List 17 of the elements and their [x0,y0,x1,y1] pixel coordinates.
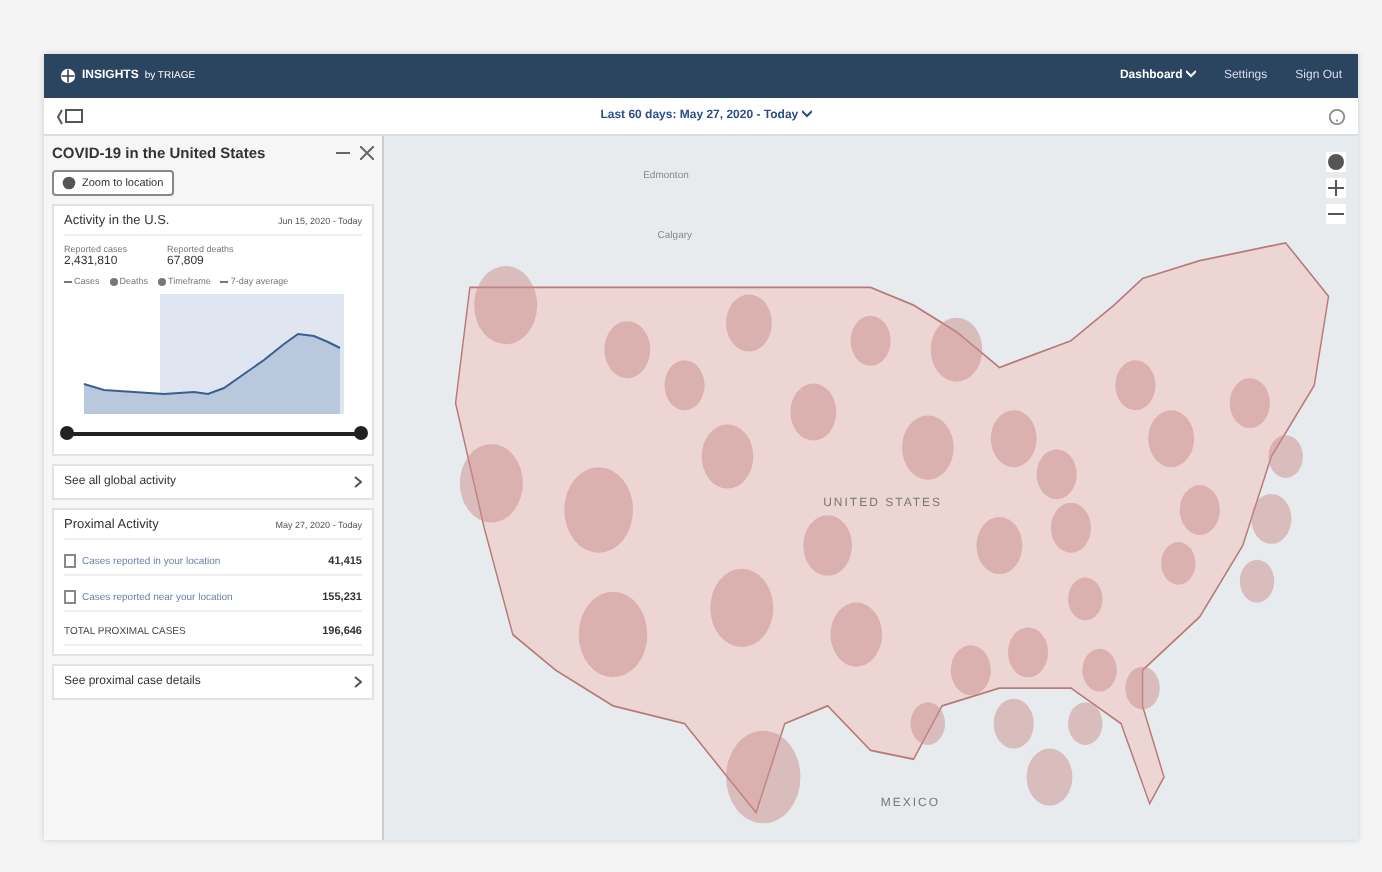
collapse-panel-icon[interactable] [56,107,84,125]
locate-icon[interactable] [1326,152,1346,172]
legend-dot-icon [158,277,167,285]
chevron-right-icon [354,676,362,688]
caret-icon [1185,70,1196,78]
help-icon[interactable] [1327,107,1346,125]
timeline-slider[interactable] [64,426,362,442]
legend-dot-icon [109,277,118,285]
zoom-in-icon[interactable] [1326,178,1346,198]
globe-icon [60,68,76,84]
chevron-right-icon [354,476,362,488]
minimize-icon[interactable] [336,146,350,160]
caret-icon [801,110,812,118]
legend-line-icon [220,277,229,285]
legend-line-icon [64,277,72,285]
zoom-out-icon[interactable] [1326,204,1346,224]
close-icon[interactable] [360,146,374,160]
